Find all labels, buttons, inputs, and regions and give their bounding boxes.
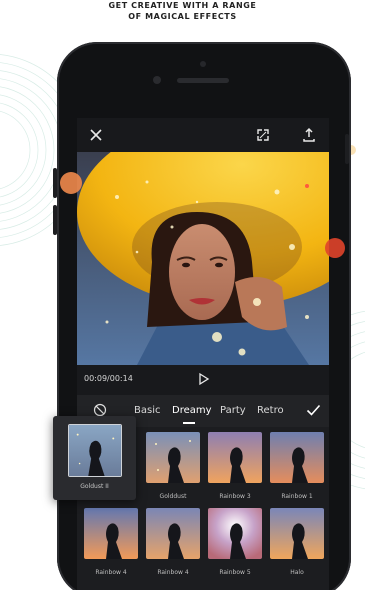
filter-item-rainbow-5[interactable]: Rainbow 5 bbox=[208, 508, 262, 576]
fullscreen-icon[interactable] bbox=[255, 127, 271, 143]
filter-label: Rainbow 3 bbox=[219, 493, 251, 500]
no-filter-icon[interactable] bbox=[93, 403, 107, 417]
filter-label: Goldust II bbox=[80, 483, 109, 490]
headline-line-2: OF MAGICAL EFFECTS bbox=[128, 12, 237, 21]
phone-sensor bbox=[200, 61, 206, 67]
playback-bar: 00:09/00:14 bbox=[77, 365, 329, 395]
active-tab-indicator bbox=[183, 422, 195, 424]
headline-line-1: GET CREATIVE WITH A RANGE bbox=[108, 1, 257, 10]
filter-label: Rainbow 4 bbox=[95, 569, 127, 576]
headline: GET CREATIVE WITH A RANGE OF MAGICAL EFF… bbox=[0, 0, 365, 22]
app-screen: 00:09/00:14 Basic Dreamy Party Retro Gol… bbox=[77, 118, 329, 590]
filter-item-rainbow-4[interactable]: Rainbow 4 bbox=[84, 508, 138, 576]
phone-camera bbox=[153, 76, 161, 84]
filter-thumbnail bbox=[270, 432, 324, 483]
video-preview[interactable] bbox=[77, 152, 329, 365]
filter-item-halo[interactable]: Halo bbox=[270, 508, 324, 576]
volume-up-button bbox=[53, 168, 57, 198]
filter-label: Rainbow 4 bbox=[157, 569, 189, 576]
selected-filter-card[interactable]: Goldust II bbox=[53, 416, 136, 500]
filter-thumbnail bbox=[270, 508, 324, 559]
filter-thumbnail bbox=[146, 508, 200, 559]
filter-item-golddust[interactable]: Golddust bbox=[146, 432, 200, 500]
filter-thumbnail bbox=[208, 508, 262, 559]
filter-thumbnail bbox=[68, 424, 122, 477]
volume-down-button bbox=[53, 205, 57, 235]
timecode: 00:09/00:14 bbox=[84, 374, 133, 383]
filter-label: Rainbow 5 bbox=[219, 569, 251, 576]
checkmark-icon[interactable] bbox=[306, 403, 321, 417]
filter-thumbnail bbox=[208, 432, 262, 483]
filter-item-rainbow-4b[interactable]: Rainbow 4 bbox=[146, 508, 200, 576]
filter-label: Rainbow 1 bbox=[281, 493, 313, 500]
power-button bbox=[345, 134, 349, 164]
share-icon[interactable] bbox=[301, 127, 317, 143]
filter-label: Halo bbox=[290, 569, 304, 576]
play-icon[interactable] bbox=[197, 372, 211, 386]
filter-thumbnail bbox=[84, 508, 138, 559]
tab-basic[interactable]: Basic bbox=[134, 405, 160, 416]
filter-thumbnail bbox=[146, 432, 200, 483]
tab-dreamy[interactable]: Dreamy bbox=[172, 405, 212, 416]
editor-top-bar bbox=[77, 118, 329, 152]
filter-item-rainbow-3[interactable]: Rainbow 3 bbox=[208, 432, 262, 500]
filter-label: Golddust bbox=[159, 493, 187, 500]
close-icon[interactable] bbox=[88, 127, 104, 143]
phone-speaker bbox=[177, 78, 229, 83]
tab-party[interactable]: Party bbox=[220, 405, 246, 416]
filter-item-rainbow-1[interactable]: Rainbow 1 bbox=[270, 432, 324, 500]
tab-retro[interactable]: Retro bbox=[257, 405, 284, 416]
